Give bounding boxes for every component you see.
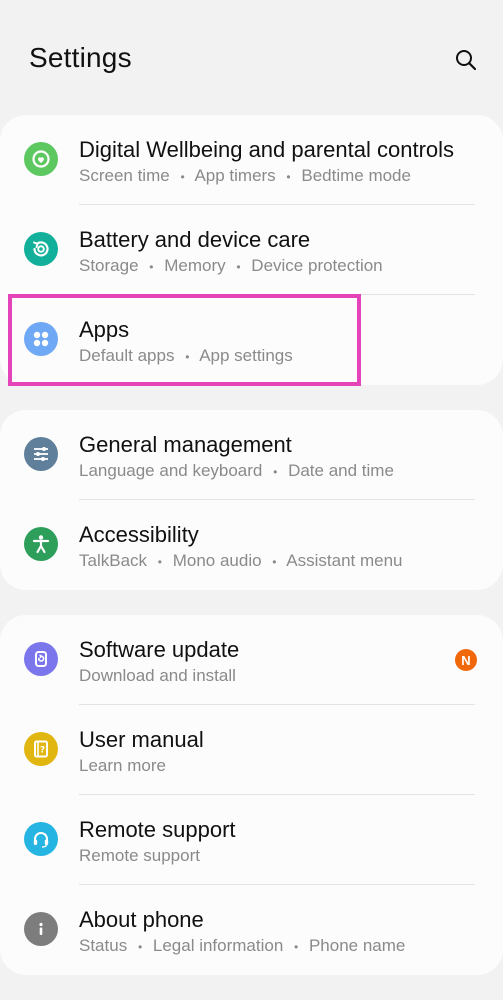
apps-icon (24, 322, 58, 356)
settings-group-1: Digital Wellbeing and parental controls … (0, 115, 503, 385)
setting-label: Apps (79, 317, 130, 342)
setting-label: Battery and device care (79, 227, 311, 252)
sub-item: Screen time (79, 166, 170, 185)
sliders-icon (24, 437, 58, 471)
accessibility-icon (24, 527, 58, 561)
software-update-icon (24, 642, 58, 676)
setting-software-update[interactable]: Software update Download and install (0, 615, 503, 705)
sub-item: Default apps (79, 346, 175, 365)
separator: • (149, 260, 154, 274)
setting-label: About phone (79, 907, 204, 932)
setting-sublabel: Download and install (79, 665, 463, 687)
info-icon (24, 912, 58, 946)
update-badge: N (455, 649, 477, 671)
settings-group-2: General management Language and keyboard… (0, 410, 503, 590)
sub-item: Date and time (288, 461, 394, 480)
device-care-icon (24, 232, 58, 266)
sub-item: TalkBack (79, 551, 148, 570)
svg-text:?: ? (40, 746, 45, 756)
separator: • (294, 940, 299, 954)
setting-general-management[interactable]: General management Language and keyboard… (0, 410, 503, 500)
setting-sublabel: Default apps • App settings (79, 345, 463, 368)
setting-sublabel: Status • Legal information • Phone name (79, 935, 463, 958)
setting-label: Accessibility (79, 522, 199, 547)
sub-item: Bedtime mode (301, 166, 411, 185)
sub-item: Remote support (79, 846, 200, 865)
separator: • (157, 555, 162, 569)
sub-item: Learn more (79, 756, 166, 775)
setting-sublabel: TalkBack • Mono audio • Assistant menu (79, 550, 463, 573)
header: Settings (0, 0, 503, 115)
sub-item: Download and install (79, 666, 236, 685)
separator: • (137, 940, 143, 954)
separator: • (286, 170, 291, 184)
sub-item: Phone name (308, 936, 406, 955)
manual-icon: ? (24, 732, 58, 766)
sub-item: Status (79, 936, 128, 955)
separator: • (185, 350, 190, 364)
setting-label: Remote support (79, 817, 236, 842)
setting-digital-wellbeing[interactable]: Digital Wellbeing and parental controls … (0, 115, 503, 205)
separator: • (180, 170, 185, 184)
settings-group-3: Software update Download and install ? U… (0, 615, 503, 975)
setting-sublabel: Screen time • App timers • Bedtime mode (79, 165, 463, 188)
sub-item: Memory (164, 256, 226, 275)
setting-accessibility[interactable]: Accessibility TalkBack • Mono audio • As… (0, 500, 503, 590)
separator: • (272, 555, 277, 569)
sub-item: Language and keyboard (79, 461, 263, 480)
setting-label: Digital Wellbeing and parental controls (79, 137, 455, 162)
setting-sublabel: Learn more (79, 755, 463, 777)
setting-user-manual[interactable]: ? User manual Learn more (0, 705, 503, 795)
sub-item: Mono audio (172, 551, 262, 570)
setting-sublabel: Storage • Memory • Device protection (79, 255, 463, 278)
sub-item: App timers (194, 166, 276, 185)
setting-label: General management (79, 432, 292, 457)
separator: • (236, 260, 241, 274)
page-title: Settings (29, 42, 132, 73)
setting-about-phone[interactable]: About phone Status • Legal information •… (0, 885, 503, 975)
search-icon[interactable] (452, 46, 480, 74)
sub-item: Storage (79, 256, 139, 275)
wellbeing-icon (24, 142, 58, 176)
sub-item: Device protection (251, 256, 383, 275)
separator: • (273, 465, 278, 479)
sub-item: App settings (199, 346, 293, 365)
setting-sublabel: Remote support (79, 845, 463, 867)
headset-icon (24, 822, 58, 856)
setting-apps[interactable]: Apps Default apps • App settings (0, 295, 503, 385)
setting-label: User manual (79, 727, 204, 752)
setting-label: Software update (79, 637, 240, 662)
setting-battery-device-care[interactable]: Battery and device care Storage • Memory… (0, 205, 503, 295)
setting-sublabel: Language and keyboard • Date and time (79, 460, 463, 483)
sub-item: Legal information (152, 936, 284, 955)
setting-remote-support[interactable]: Remote support Remote support (0, 795, 503, 885)
sub-item: Assistant menu (286, 551, 403, 570)
